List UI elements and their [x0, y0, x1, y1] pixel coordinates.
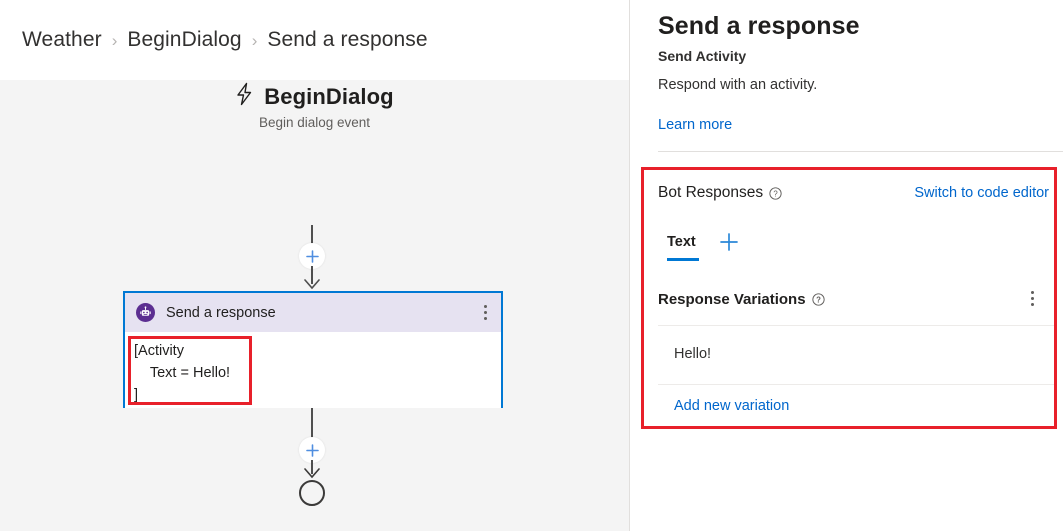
lightning-bolt-icon — [235, 82, 255, 111]
breadcrumb-item-send-a-response[interactable]: Send a response — [267, 28, 427, 52]
action-node-more-options-button[interactable] — [479, 302, 492, 323]
svg-text:?: ? — [816, 296, 821, 305]
response-variations-label: Response Variations ? — [658, 291, 825, 308]
list-divider — [658, 325, 1054, 326]
tab-text[interactable]: Text — [667, 234, 696, 261]
add-response-type-button[interactable] — [718, 231, 740, 253]
switch-to-code-editor-link[interactable]: Switch to code editor — [914, 185, 1049, 201]
response-variations-more-options-button[interactable] — [1026, 288, 1039, 309]
panel-divider — [658, 151, 1063, 152]
bot-responses-section-label: Bot Responses ? — [658, 184, 782, 202]
response-variations-label-text: Response Variations — [658, 291, 806, 308]
dialog-canvas-pane: Weather › BeginDialog › Send a response … — [0, 0, 629, 531]
action-node-activity-text: [Activity Text = Hello! ] — [134, 341, 230, 406]
end-of-dialog-node — [299, 480, 325, 506]
properties-pane: Send a response Send Activity Respond wi… — [630, 0, 1063, 531]
connector-arrow-icon — [303, 468, 321, 479]
connector-line — [311, 408, 313, 438]
breadcrumb-item-begindialog[interactable]: BeginDialog — [127, 28, 241, 52]
trigger-title-row: BeginDialog — [0, 82, 629, 111]
svg-text:?: ? — [773, 189, 778, 198]
learn-more-link[interactable]: Learn more — [658, 117, 732, 133]
bot-response-icon — [136, 303, 155, 322]
trigger-title: BeginDialog — [264, 84, 393, 110]
panel-description: Respond with an activity. — [658, 77, 817, 93]
bot-responses-label-text: Bot Responses — [658, 184, 763, 202]
action-node-header: Send a response — [125, 293, 501, 332]
trigger-subtitle: Begin dialog event — [0, 115, 629, 130]
response-variation-item[interactable]: Hello! — [674, 346, 711, 362]
add-new-variation-link[interactable]: Add new variation — [674, 398, 789, 414]
action-node-body: [Activity Text = Hello! ] — [125, 332, 501, 408]
breadcrumb-separator-icon: › — [112, 32, 118, 49]
breadcrumb-item-weather[interactable]: Weather — [22, 28, 102, 52]
list-divider — [658, 384, 1054, 385]
connector-arrow-icon — [303, 279, 321, 290]
action-node-send-a-response[interactable]: Send a response [Activity Text = Hello! … — [123, 291, 503, 408]
response-type-tabs: Text — [667, 231, 740, 264]
action-node-title: Send a response — [166, 305, 479, 321]
breadcrumb: Weather › BeginDialog › Send a response — [0, 0, 629, 80]
trigger-node[interactable]: BeginDialog Begin dialog event — [0, 82, 629, 130]
help-icon[interactable]: ? — [769, 187, 782, 200]
breadcrumb-separator-icon: › — [252, 32, 258, 49]
page-title: Send a response — [658, 12, 860, 41]
panel-subtitle: Send Activity — [658, 48, 746, 64]
help-icon[interactable]: ? — [812, 293, 825, 306]
